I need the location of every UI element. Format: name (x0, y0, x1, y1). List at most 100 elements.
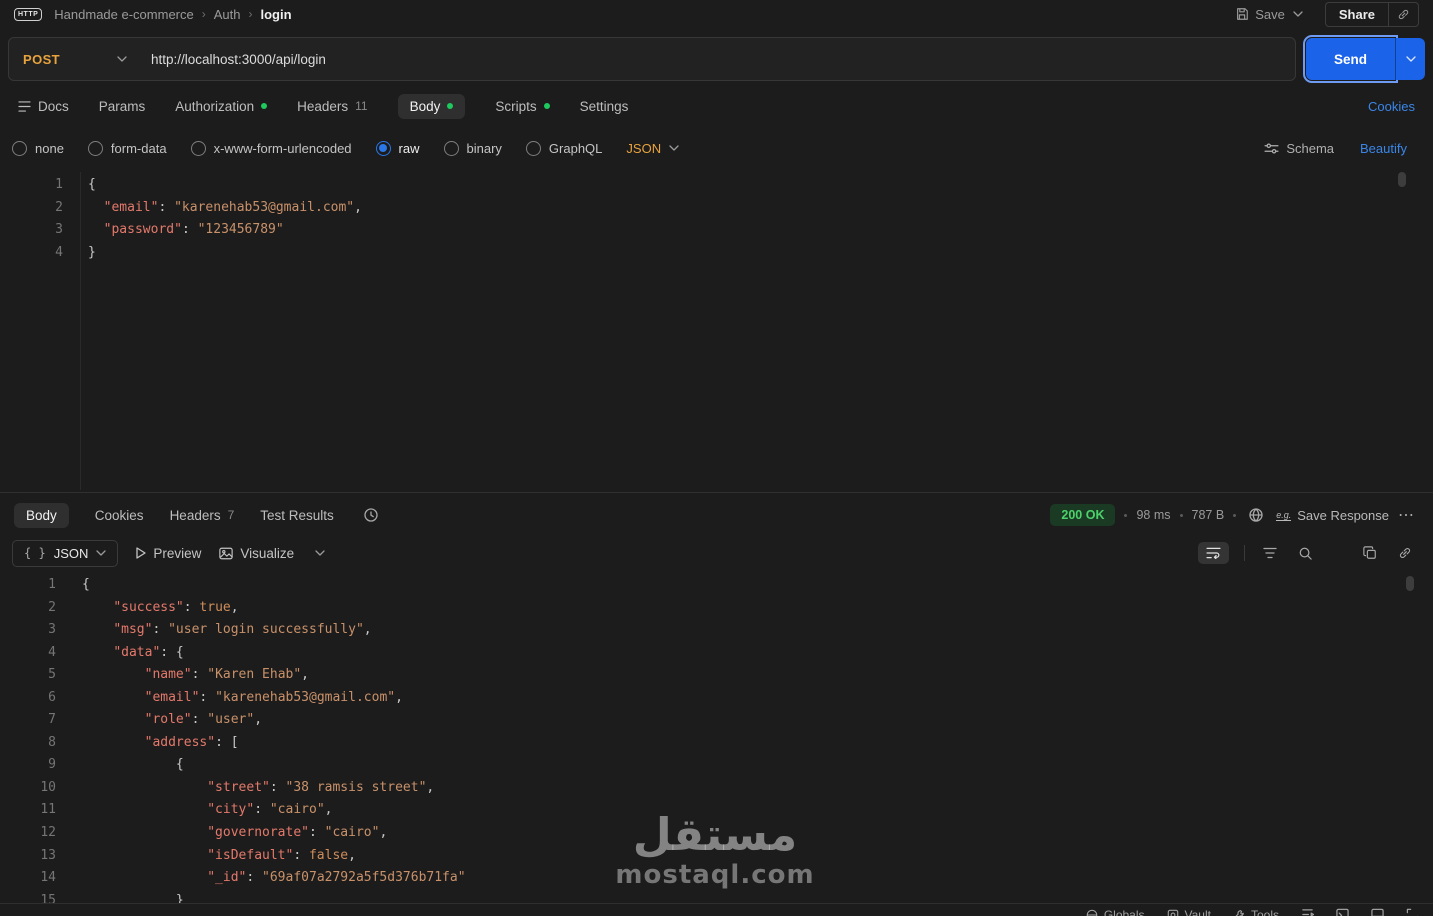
send-options-chevron[interactable] (1395, 38, 1425, 80)
copy-button[interactable] (1360, 543, 1380, 563)
tab-headers[interactable]: Headers 11 (297, 99, 368, 114)
response-tab-body[interactable]: Body (14, 502, 69, 528)
code-line: 12 "governorate": "cairo", (0, 822, 1417, 845)
breadcrumb-request-name[interactable]: login (260, 7, 291, 22)
radio-icon (12, 140, 27, 156)
code-line: 9 { (0, 754, 1417, 777)
body-type-binary[interactable]: binary (443, 140, 502, 156)
globals-button[interactable]: Globals (1086, 908, 1145, 916)
line-number: 11 (40, 802, 56, 818)
code-line: 13 "isDefault": false, (0, 845, 1417, 868)
statusbar: Globals Vault Tools (0, 903, 1433, 916)
save-button[interactable]: Save (1235, 7, 1285, 22)
save-icon (1237, 8, 1249, 20)
body-type-urlencoded[interactable]: x-www-form-urlencoded (190, 140, 352, 156)
line-number: 2 (48, 599, 56, 615)
response-body-viewer[interactable]: 1{2 "success": true, 3 "msg": "user login… (0, 574, 1417, 916)
expand-button[interactable] (1406, 908, 1419, 916)
body-type-none[interactable]: none (12, 140, 64, 156)
tab-scripts[interactable]: Scripts (495, 99, 550, 114)
green-dot-indicator (543, 103, 550, 109)
topbar-actions: Save Share (1235, 1, 1419, 27)
vault-button[interactable]: Vault (1167, 908, 1211, 916)
tab-settings[interactable]: Settings (580, 99, 629, 114)
tab-params[interactable]: Params (99, 99, 146, 114)
dot-separator (1233, 513, 1237, 517)
chevron-down-icon (117, 56, 127, 62)
response-more-options-button[interactable]: ⋯ (1398, 505, 1415, 525)
copy-link-button[interactable] (1388, 1, 1419, 27)
chevron-right-icon: › (248, 7, 253, 21)
raw-language-selector[interactable]: JSON (626, 141, 679, 156)
response-tab-test-results[interactable]: Test Results (260, 508, 334, 523)
tab-authorization[interactable]: Authorization (175, 99, 268, 114)
filter-button[interactable] (1260, 544, 1280, 562)
chevron-down-icon (1405, 56, 1416, 62)
cookies-link[interactable]: Cookies (1368, 99, 1415, 114)
request-body-editor[interactable]: 1{2 "email": "karenehab53@gmail.com", 3 "… (0, 170, 1417, 492)
expand-icon (1406, 908, 1419, 916)
panel-bottom-icon (1371, 908, 1384, 916)
link-icon (1399, 548, 1411, 558)
code-line: 2 "success": true, (0, 597, 1417, 620)
example-icon: e.g. (1276, 509, 1292, 521)
method-selector[interactable]: POST (9, 52, 141, 67)
save-response-button[interactable]: e.g. Save Response (1276, 508, 1389, 523)
chevron-right-icon: › (201, 7, 206, 21)
breadcrumb: Handmade e-commerce › Auth › login (54, 7, 291, 22)
request-tabs: Docs Params Authorization Headers 11 Bod… (0, 88, 1433, 124)
save-options-chevron[interactable] (1293, 11, 1303, 17)
body-type-raw[interactable]: raw (375, 140, 420, 156)
statusbar-right: Globals Vault Tools (1086, 908, 1419, 916)
code-line: 11 "city": "cairo", (0, 799, 1417, 822)
breadcrumb-workspace[interactable]: Handmade e-commerce (54, 7, 193, 22)
line-number: 1 (48, 577, 56, 592)
tab-body[interactable]: Body (397, 93, 466, 119)
response-size[interactable]: 787 B (1192, 508, 1225, 522)
scrollbar-thumb[interactable] (1406, 576, 1414, 591)
status-badge[interactable]: 200 OK (1050, 504, 1116, 526)
console-icon (1336, 908, 1349, 916)
runner-button[interactable] (1301, 908, 1314, 916)
console-button[interactable] (1336, 908, 1349, 916)
body-type-graphql[interactable]: GraphQL (525, 140, 602, 156)
chevron-down-icon (96, 550, 107, 556)
dot-separator (1179, 513, 1183, 517)
response-history-button[interactable] (360, 504, 382, 526)
send-button[interactable]: Send (1302, 34, 1399, 84)
copy-icon (1363, 546, 1376, 559)
response-format-selector[interactable]: { } JSON (12, 539, 119, 567)
response-tab-cookies[interactable]: Cookies (95, 508, 144, 523)
beautify-button[interactable]: Beautify (1360, 141, 1407, 156)
topbar: HTTP Handmade e-commerce › Auth › login … (0, 0, 1433, 28)
share-button[interactable]: Share (1324, 1, 1388, 27)
schema-button[interactable]: Schema (1264, 141, 1334, 156)
code-line: 2 "email": "karenehab53@gmail.com", (0, 197, 1417, 220)
scrollbar-thumb[interactable] (1398, 172, 1406, 187)
search-button[interactable] (1295, 543, 1316, 564)
body-type-form-data[interactable]: form-data (87, 140, 167, 156)
network-info-button[interactable] (1245, 504, 1267, 526)
link-button[interactable] (1395, 543, 1415, 563)
api-client-app: HTTP Handmade e-commerce › Auth › login … (0, 0, 1433, 916)
breadcrumb-folder[interactable]: Auth (214, 7, 241, 22)
schema-icon (1264, 143, 1279, 153)
line-number: 5 (48, 667, 56, 683)
response-tab-headers[interactable]: Headers 7 (170, 508, 235, 523)
globals-icon (1086, 909, 1098, 916)
panel-bottom-button[interactable] (1371, 908, 1384, 916)
tab-docs[interactable]: Docs (18, 99, 69, 114)
url-input[interactable] (141, 51, 1295, 67)
code-line: 3 "msg": "user login successfully", (0, 619, 1417, 642)
chevron-down-icon (315, 550, 325, 556)
preview-button[interactable]: Preview (136, 546, 201, 561)
visualize-button[interactable]: Visualize (219, 546, 294, 561)
vault-icon (1167, 909, 1178, 916)
wrap-text-button[interactable] (1198, 542, 1229, 564)
tools-button[interactable]: Tools (1233, 908, 1279, 916)
response-meta: 200 OK 98 ms 787 B e.g. Save Response ⋯ (1050, 504, 1419, 526)
line-number: 9 (48, 757, 56, 773)
wrap-text-icon (1206, 547, 1221, 559)
visualize-options-chevron[interactable] (312, 547, 328, 559)
response-time[interactable]: 98 ms (1136, 508, 1170, 522)
